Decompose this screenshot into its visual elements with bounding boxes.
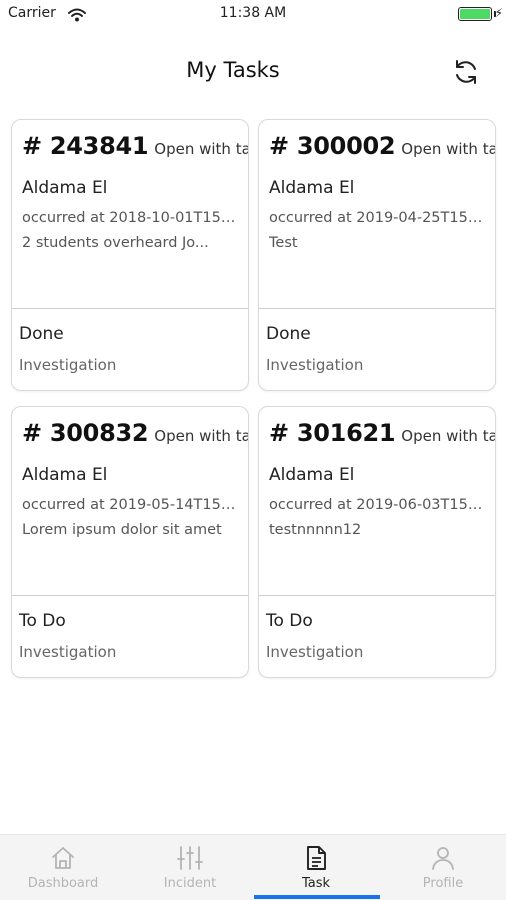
active-tab-indicator <box>254 895 380 899</box>
task-card-summary: # 301621 Open with tags Aldama El occurre… <box>259 407 495 596</box>
task-description: 2 students overheard Jo... <box>22 235 209 251</box>
page-title: My Tasks <box>186 58 280 82</box>
task-occurred: occurred at 2019-05-14T15:00:00 <box>22 497 236 513</box>
task-id: # 243841 <box>22 132 149 160</box>
task-description: Lorem ipsum dolor sit amet <box>22 522 222 538</box>
task-description: testnnnnn12 <box>269 522 362 538</box>
person-icon <box>432 847 454 870</box>
task-card[interactable]: # 300832 Open with tags Aldama El occurre… <box>11 406 249 678</box>
refresh-button[interactable] <box>448 54 484 90</box>
tab-dashboard[interactable]: Dashboard <box>0 835 126 900</box>
clock: 11:38 AM <box>219 5 287 21</box>
sliders-icon <box>177 846 203 870</box>
task-assignee: Aldama El <box>269 178 355 198</box>
task-open-label: Open with tags <box>154 140 248 158</box>
refresh-icon <box>456 60 476 84</box>
task-occurred: occurred at 2018-10-01T15:00:00 <box>22 210 236 226</box>
document-icon <box>307 846 326 870</box>
task-state: To Do <box>266 611 313 631</box>
task-card-summary: # 300832 Open with tags Aldama El occurre… <box>12 407 248 596</box>
task-state: To Do <box>19 611 66 631</box>
task-card-summary: # 300002 Open with tags Aldama El occurre… <box>259 120 495 309</box>
tab-profile-label: Profile <box>422 876 464 891</box>
task-assignee: Aldama El <box>269 465 355 485</box>
task-type: Investigation <box>19 643 117 661</box>
task-card-summary: # 243841 Open with tags Aldama El occurre… <box>12 120 248 309</box>
task-open-label: Open with tags <box>401 427 495 445</box>
tab-incident[interactable]: Incident <box>127 835 253 900</box>
task-assignee: Aldama El <box>22 465 108 485</box>
task-card[interactable]: # 301621 Open with tags Aldama El occurre… <box>258 406 496 678</box>
home-icon <box>52 847 74 869</box>
task-id: # 300002 <box>269 132 396 160</box>
task-type: Investigation <box>19 356 117 374</box>
task-id-row: # 300832 Open with tags <box>22 419 248 447</box>
task-id: # 301621 <box>269 419 396 447</box>
tab-task[interactable]: Task <box>253 835 379 900</box>
task-description: Test <box>269 235 298 251</box>
task-id-row: # 300002 Open with tags <box>269 132 495 160</box>
task-state: Done <box>19 324 64 344</box>
status-bar: Carrier 11:38 AM ⚡ <box>0 0 506 30</box>
task-type: Investigation <box>266 643 364 661</box>
tab-bar: Dashboard Incident Task Profile <box>0 834 506 900</box>
task-open-label: Open with tags <box>154 427 248 445</box>
tab-task-label: Task <box>301 876 331 891</box>
header: My Tasks <box>0 42 506 98</box>
battery-icon <box>458 7 492 21</box>
task-state: Done <box>266 324 311 344</box>
charging-icon: ⚡ <box>494 6 503 20</box>
task-id-row: # 301621 Open with tags <box>269 419 495 447</box>
task-id-row: # 243841 Open with tags <box>22 132 248 160</box>
tab-dashboard-label: Dashboard <box>27 876 99 891</box>
task-occurred: occurred at 2019-06-03T15:00:00 <box>269 497 483 513</box>
task-id: # 300832 <box>22 419 149 447</box>
task-card[interactable]: # 300002 Open with tags Aldama El occurre… <box>258 119 496 391</box>
tab-profile[interactable]: Profile <box>380 835 506 900</box>
task-card[interactable]: # 243841 Open with tags Aldama El occurre… <box>11 119 249 391</box>
task-open-label: Open with tags <box>401 140 495 158</box>
task-type: Investigation <box>266 356 364 374</box>
tab-incident-label: Incident <box>163 876 217 891</box>
task-assignee: Aldama El <box>22 178 108 198</box>
task-occurred: occurred at 2019-04-25T15:00:00 <box>269 210 483 226</box>
